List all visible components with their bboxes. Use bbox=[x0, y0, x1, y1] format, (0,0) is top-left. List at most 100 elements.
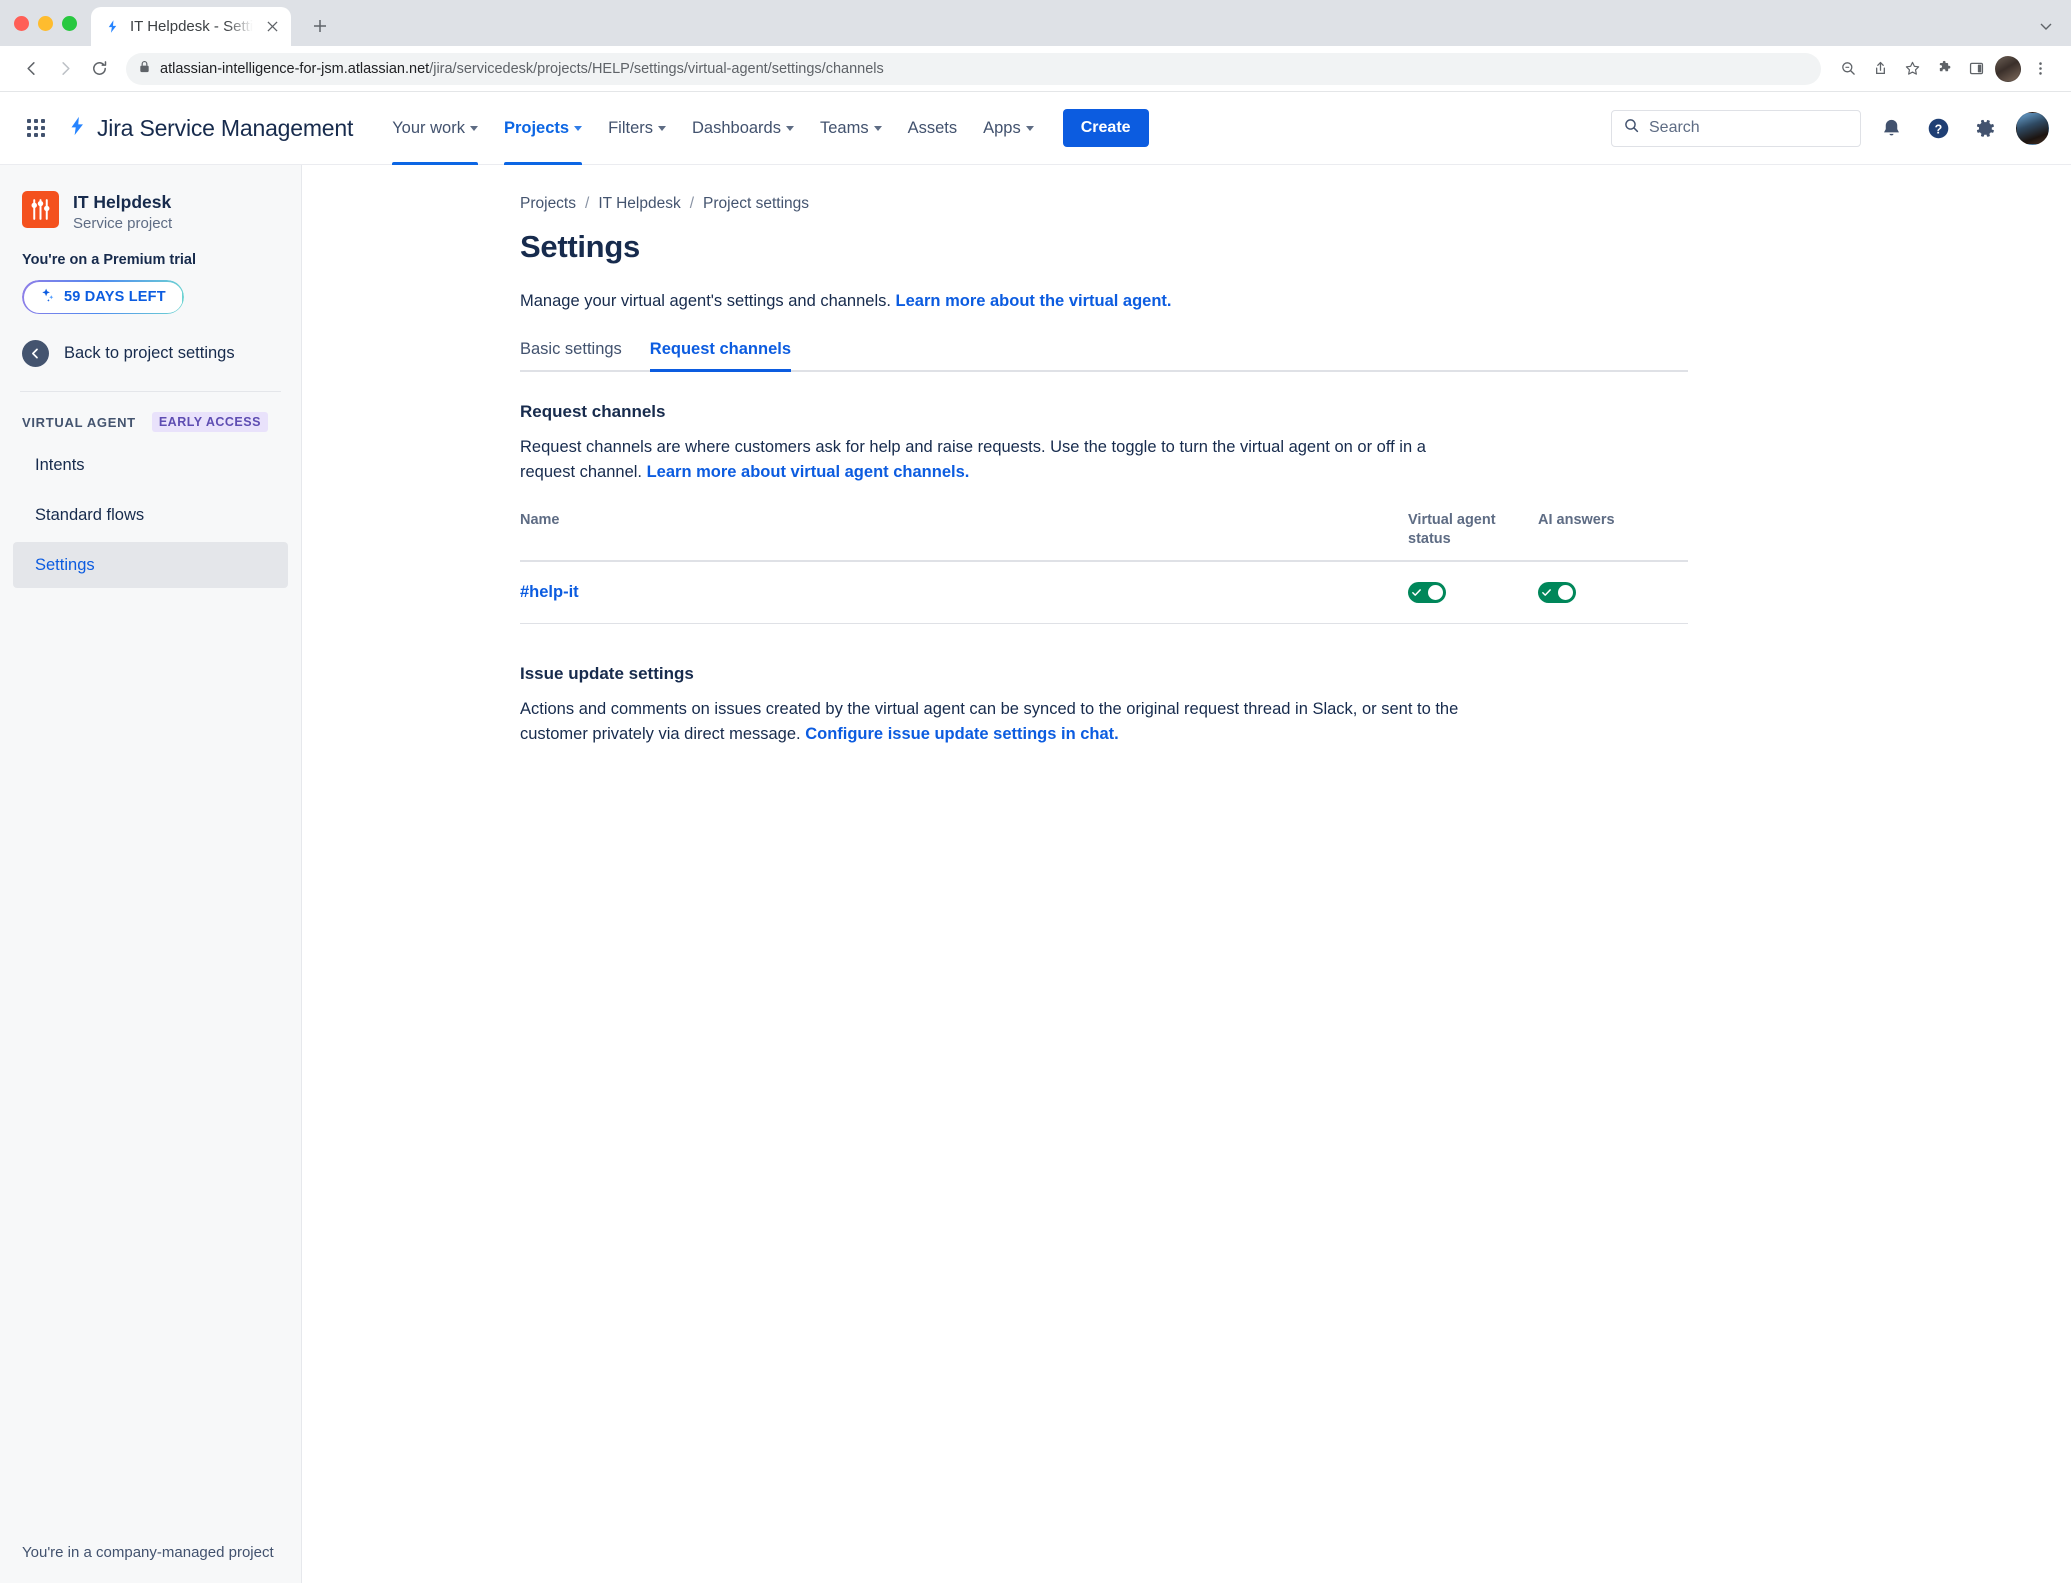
app-switcher-button[interactable] bbox=[18, 110, 54, 146]
nav-item-label: Dashboards bbox=[692, 118, 781, 137]
project-type: Service project bbox=[73, 215, 173, 232]
tab-label: Request channels bbox=[649, 339, 792, 358]
nav-item-apps[interactable]: Apps bbox=[970, 92, 1047, 164]
nav-item-label: Your work bbox=[392, 118, 465, 137]
sidebar-item-settings[interactable]: Settings bbox=[13, 542, 288, 588]
learn-more-channels-link[interactable]: Learn more about virtual agent channels. bbox=[647, 463, 970, 481]
new-tab-button[interactable] bbox=[303, 9, 337, 43]
jira-logo-home-link[interactable]: Jira Service Management bbox=[66, 114, 353, 143]
brand-name: Jira Service Management bbox=[97, 114, 354, 141]
forward-icon[interactable] bbox=[50, 54, 80, 84]
nav-item-label: Projects bbox=[503, 118, 570, 137]
tab-request-channels[interactable]: Request channels bbox=[636, 339, 805, 372]
trial-days-left-button[interactable]: 59 DAYS LEFT bbox=[22, 280, 184, 314]
page-title: Settings bbox=[520, 229, 640, 264]
nav-item-teams[interactable]: Teams bbox=[807, 92, 895, 164]
close-tab-icon[interactable] bbox=[263, 18, 281, 36]
svg-text:?: ? bbox=[1935, 122, 1943, 136]
gear-icon[interactable] bbox=[1969, 112, 2002, 145]
nav-item-assets[interactable]: Assets bbox=[895, 92, 971, 164]
zoom-icon[interactable] bbox=[1833, 54, 1863, 84]
sidebar-item-standard-flows[interactable]: Standard flows bbox=[13, 492, 288, 538]
chevron-down-icon[interactable] bbox=[2039, 19, 2053, 38]
back-to-project-settings-link[interactable]: Back to project settings bbox=[0, 314, 301, 391]
learn-more-virtual-agent-link[interactable]: Learn more about the virtual agent. bbox=[896, 292, 1172, 310]
back-icon[interactable] bbox=[16, 54, 46, 84]
url-path: /jira/servicedesk/projects/HELP/settings… bbox=[429, 60, 884, 77]
request-channels-section: Request channels Request channels are wh… bbox=[520, 401, 1688, 625]
chevron-down-icon bbox=[785, 125, 794, 131]
nav-item-dashboards[interactable]: Dashboards bbox=[679, 92, 807, 164]
nav-item-your-work[interactable]: Your work bbox=[379, 92, 491, 165]
primary-nav-items: Your work Projects Filters Dashboards Te… bbox=[379, 92, 1047, 165]
ai-answers-toggle[interactable] bbox=[1538, 582, 1576, 604]
browser-chrome: IT Helpdesk - Settings - Servic atlass bbox=[0, 0, 2071, 92]
channel-link[interactable]: #help-it bbox=[520, 583, 579, 602]
ai-answers-cell bbox=[1538, 582, 1688, 604]
request-channels-title: Request channels bbox=[520, 401, 666, 421]
toggle-knob bbox=[1428, 585, 1443, 601]
channel-name-cell: #help-it bbox=[520, 583, 1408, 602]
browser-profile-avatar[interactable] bbox=[1993, 54, 2023, 84]
project-avatar-icon bbox=[22, 191, 59, 228]
search-icon bbox=[1623, 117, 1640, 139]
premium-trial-block: You're on a Premium trial 59 DAYS LEFT bbox=[0, 232, 301, 314]
bookmark-star-icon[interactable] bbox=[1897, 54, 1927, 84]
configure-issue-update-link[interactable]: Configure issue update settings in chat. bbox=[805, 725, 1119, 743]
sidebar-section-virtual-agent: VIRTUAL AGENT EARLY ACCESS bbox=[0, 392, 301, 440]
main-content: Projects / IT Helpdesk / Project setting… bbox=[302, 165, 2071, 1583]
sidebar-item-intents[interactable]: Intents bbox=[13, 442, 288, 488]
sidepanel-icon[interactable] bbox=[1961, 54, 1991, 84]
jira-bolt-icon bbox=[66, 114, 88, 143]
notifications-bell-icon[interactable] bbox=[1875, 112, 1908, 145]
reload-icon[interactable] bbox=[84, 54, 114, 84]
breadcrumb-separator: / bbox=[689, 195, 695, 212]
request-channels-table: Name Virtual agent status AI answers #he… bbox=[520, 511, 1688, 625]
close-window-button[interactable] bbox=[14, 15, 29, 31]
breadcrumb-separator: / bbox=[585, 195, 590, 212]
trial-days-left-label: 59 DAYS LEFT bbox=[64, 289, 166, 305]
breadcrumb-projects[interactable]: Projects bbox=[520, 195, 576, 213]
nav-item-projects[interactable]: Projects bbox=[491, 92, 595, 165]
grid-icon bbox=[27, 119, 45, 137]
search-placeholder: Search bbox=[1649, 119, 1700, 136]
project-header[interactable]: IT Helpdesk Service project bbox=[0, 165, 301, 232]
settings-tabs: Basic settings Request channels bbox=[520, 340, 1688, 372]
toolbar-actions bbox=[1833, 54, 2055, 84]
chevron-down-icon bbox=[658, 125, 666, 131]
create-button[interactable]: Create bbox=[1062, 109, 1149, 147]
table-header-row: Name Virtual agent status AI answers bbox=[520, 511, 1688, 563]
chevron-down-icon bbox=[469, 125, 478, 131]
tab-label: Basic settings bbox=[520, 339, 622, 358]
extensions-puzzle-icon[interactable] bbox=[1929, 54, 1959, 84]
table-row: #help-it bbox=[520, 562, 1688, 625]
sidebar-item-label: Standard flows bbox=[35, 505, 145, 524]
project-sidebar: IT Helpdesk Service project You're on a … bbox=[0, 165, 302, 1583]
chevron-down-icon bbox=[574, 125, 583, 131]
maximize-window-button[interactable] bbox=[62, 15, 77, 31]
intro-text: Manage your virtual agent's settings and… bbox=[520, 292, 896, 310]
nav-item-label: Teams bbox=[819, 118, 869, 137]
jira-favicon-icon bbox=[104, 18, 121, 35]
address-bar-url: atlassian-intelligence-for-jsm.atlassian… bbox=[160, 61, 884, 77]
minimize-window-button[interactable] bbox=[38, 15, 53, 31]
sidebar-item-label: Settings bbox=[35, 555, 95, 574]
browser-tab[interactable]: IT Helpdesk - Settings - Servic bbox=[91, 7, 291, 46]
breadcrumb-it-helpdesk[interactable]: IT Helpdesk bbox=[598, 195, 680, 213]
user-avatar[interactable] bbox=[2016, 111, 2049, 145]
chevron-down-icon bbox=[1025, 125, 1034, 131]
address-bar[interactable]: atlassian-intelligence-for-jsm.atlassian… bbox=[126, 52, 1821, 85]
issue-update-settings-title: Issue update settings bbox=[520, 664, 694, 684]
help-icon[interactable]: ? bbox=[1922, 112, 1955, 145]
window-traffic-lights[interactable] bbox=[14, 0, 91, 46]
chevron-down-icon bbox=[873, 125, 882, 131]
share-icon[interactable] bbox=[1865, 54, 1895, 84]
browser-menu-icon[interactable] bbox=[2025, 54, 2055, 84]
breadcrumb-project-settings[interactable]: Project settings bbox=[703, 195, 809, 213]
nav-item-filters[interactable]: Filters bbox=[595, 92, 679, 164]
trial-label: You're on a Premium trial bbox=[22, 252, 196, 268]
virtual-agent-status-toggle[interactable] bbox=[1408, 582, 1446, 604]
tab-basic-settings[interactable]: Basic settings bbox=[506, 340, 636, 370]
search-input[interactable]: Search bbox=[1611, 109, 1861, 147]
back-label: Back to project settings bbox=[64, 344, 235, 362]
